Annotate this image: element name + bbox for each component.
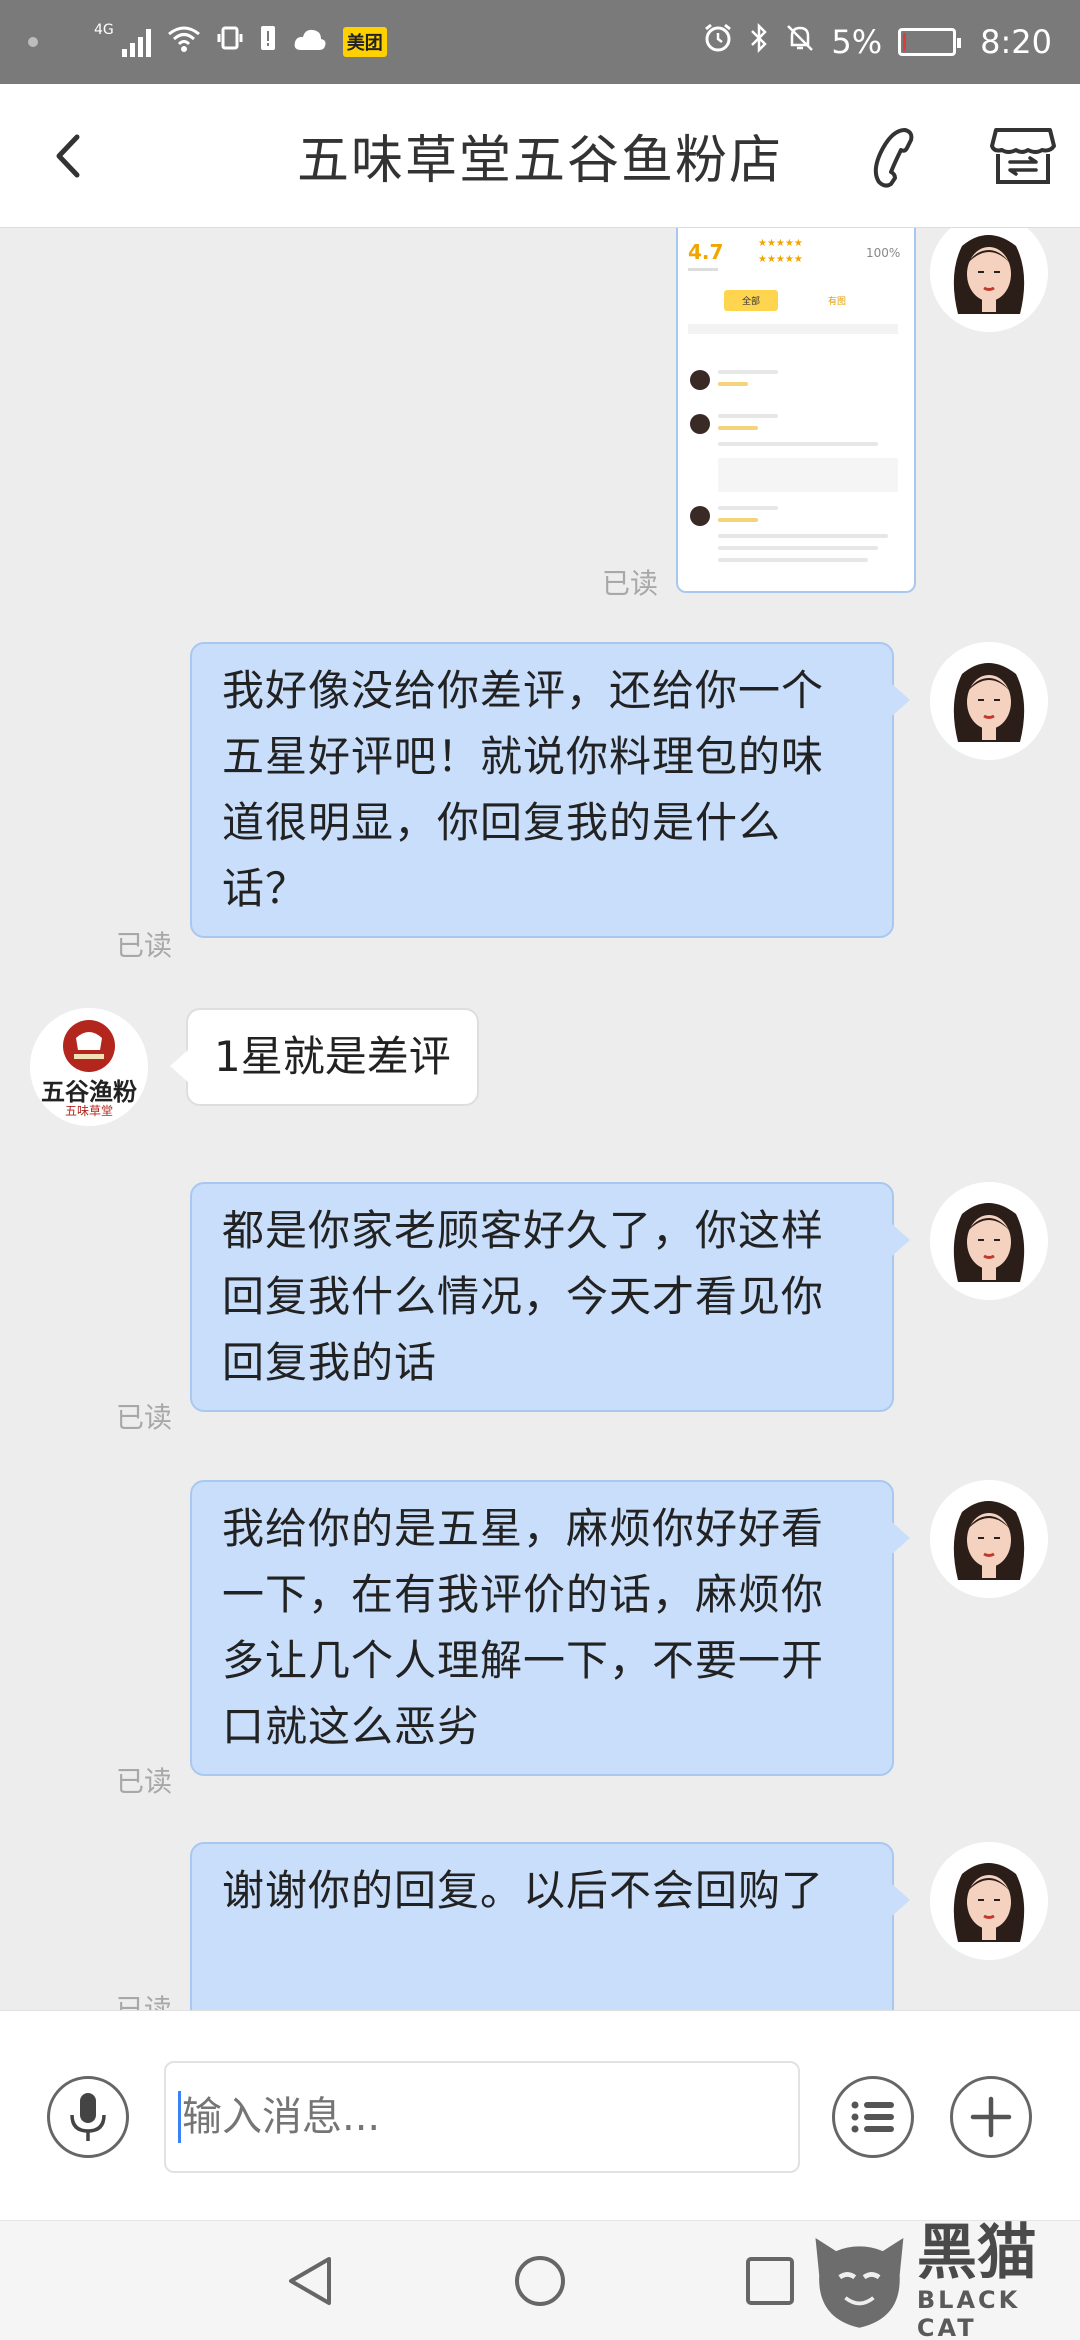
phone-icon — [873, 128, 914, 188]
battery-level — [903, 33, 906, 51]
thumb-line — [718, 534, 888, 538]
status-bar: 4G 美团 5% 8:20 — [0, 0, 1080, 84]
status-bar-right: 5% 8:20 — [703, 22, 1052, 61]
watermark-en: BLACK CAT — [916, 2286, 1021, 2340]
thumb-avatar — [690, 370, 710, 390]
thumb-line — [718, 518, 758, 522]
battery-percent: 5% — [831, 23, 883, 61]
thumb-rating: 4.7 — [688, 240, 724, 264]
thumb-line — [718, 370, 778, 374]
thumb-tab-all: 全部 — [724, 290, 779, 311]
text-caret — [178, 2091, 181, 2143]
thumb-line — [718, 442, 878, 446]
thumb-reply-box — [718, 458, 898, 492]
thumb-line — [718, 414, 778, 418]
battery-icon — [898, 28, 962, 56]
read-status: 已读 — [116, 929, 173, 962]
chat-messages[interactable]: 4.7 ★★★★★ ★★★★★ 100% 全部 有图 已读 我好像没给你差评，还… — [0, 228, 1080, 2010]
back-button[interactable] — [38, 126, 98, 186]
quick-menu-button[interactable] — [832, 2076, 914, 2158]
read-status: 已读 — [116, 1401, 173, 1434]
cloud-icon — [293, 25, 327, 60]
read-status: 已读 — [116, 1993, 173, 2010]
mute-icon — [785, 23, 815, 61]
message-bubble-outgoing[interactable]: 都是你家老顾客好久了，你这样回复我什么情况，今天才看见你回复我的话 — [190, 1182, 910, 1412]
message-bubble-outgoing[interactable]: 谢谢你的回复。以后不会回购了 — [190, 1842, 910, 2010]
network-type: 4G — [94, 22, 114, 38]
read-status: 已读 — [602, 567, 659, 600]
black-cat-logo-icon — [815, 2237, 904, 2328]
message-input-bar — [0, 2010, 1080, 2220]
review-screenshot-image[interactable]: 4.7 ★★★★★ ★★★★★ 100% 全部 有图 — [676, 228, 916, 593]
voice-button[interactable] — [47, 2076, 129, 2158]
thumb-tab-photo: 有图 — [828, 297, 847, 307]
read-status: 已读 — [116, 1765, 173, 1798]
message-bubble-outgoing[interactable]: 我好像没给你差评，还给你一个五星好评吧！就说你料理包的味道很明显，你回复我的是什… — [190, 642, 910, 938]
user-avatar[interactable] — [930, 1480, 1048, 1598]
thumb-line — [688, 268, 718, 271]
thumb-line — [718, 558, 868, 562]
circle-home-icon — [515, 2256, 565, 2306]
user-avatar[interactable] — [930, 1182, 1048, 1300]
user-avatar[interactable] — [930, 228, 1048, 332]
square-recents-icon — [746, 2257, 794, 2305]
blackcat-watermark: 黑猫 BLACK CAT — [808, 2220, 1080, 2340]
thumb-line — [718, 546, 878, 550]
message-bubble-incoming[interactable]: 1星就是差评 — [170, 1008, 479, 1106]
message-bubble-outgoing[interactable]: 我给你的是五星，麻烦你好好看一下，在有我评价的话，麻烦你多让几个人理解一下，不要… — [190, 1480, 910, 1776]
status-bar-left: 4G 美团 — [28, 22, 387, 60]
user-avatar[interactable] — [930, 1842, 1048, 1960]
user-avatar[interactable] — [930, 642, 1048, 760]
chat-header: 五味草堂五谷鱼粉店 — [0, 84, 1080, 228]
clock: 8:20 — [980, 23, 1052, 61]
shop-icon — [990, 128, 1056, 184]
shop-avatar[interactable]: 五谷渔粉 五味草堂 — [30, 1008, 148, 1126]
thumb-positive-rate: 100% — [866, 246, 901, 260]
thumb-avatar — [690, 506, 710, 526]
plus-icon — [970, 2096, 1012, 2138]
thumb-stars: ★★★★★ — [758, 254, 803, 265]
shop-button[interactable] — [988, 124, 1058, 188]
call-button[interactable] — [865, 124, 929, 188]
thumb-stars: ★★★★★ — [758, 238, 803, 249]
sim-alert-icon — [259, 24, 277, 60]
vibrate-icon — [217, 24, 243, 60]
shop-logo-subtext: 五味草堂 — [64, 1104, 113, 1118]
watermark-cn: 黑猫 — [916, 2218, 1037, 2288]
notification-dot — [28, 37, 38, 47]
thumb-line — [718, 382, 748, 386]
thumb-line — [718, 506, 778, 510]
meituan-badge: 美团 — [342, 27, 387, 57]
nav-back-button[interactable] — [272, 2243, 348, 2319]
list-menu-icon — [851, 2101, 894, 2133]
alarm-icon — [703, 23, 733, 61]
nav-home-button[interactable] — [502, 2243, 578, 2319]
wifi-icon — [167, 24, 201, 60]
chevron-left-icon — [56, 134, 80, 178]
thumb-filter-row — [688, 324, 898, 334]
triangle-back-icon — [289, 2257, 331, 2305]
message-input[interactable] — [164, 2061, 800, 2173]
thumb-line — [718, 426, 758, 430]
nav-recents-button[interactable] — [732, 2243, 808, 2319]
add-attachment-button[interactable] — [950, 2076, 1032, 2158]
watermark-text: 黑猫 BLACK CAT — [917, 2220, 1080, 2340]
thumb-avatar — [690, 414, 710, 434]
signal-icon — [121, 27, 151, 57]
bluetooth-icon — [749, 22, 769, 61]
microphone-icon — [70, 2093, 106, 2141]
